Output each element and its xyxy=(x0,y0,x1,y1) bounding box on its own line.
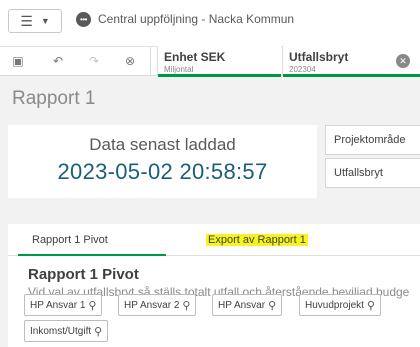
tab-export-rapport-1[interactable]: Export av Rapport 1 xyxy=(206,234,308,246)
selection-chip-enhet[interactable]: Enhet SEK Miljontal xyxy=(157,46,281,77)
selection-chip-name: Enhet SEK xyxy=(164,50,226,64)
filter-projektomrade[interactable]: Projektområde xyxy=(325,125,420,155)
selection-chip-bar xyxy=(283,74,420,77)
field-button-label: HP Ansvar 2 xyxy=(124,299,180,311)
field-button-hp-ansvar[interactable]: HP Ansvar ⚲ xyxy=(212,294,283,316)
app-title: Central uppföljning - Nacka Kommun xyxy=(98,12,295,26)
tab-export-label: Export av Rapport 1 xyxy=(206,234,308,246)
toolbar-divider xyxy=(150,47,151,76)
search-icon: ⚲ xyxy=(88,299,97,312)
kpi-last-loaded: Data senast laddad 2023-05-02 20:58:57 xyxy=(8,125,317,198)
close-icon[interactable]: ✕ xyxy=(396,54,410,68)
field-button-hp-ansvar-1[interactable]: HP Ansvar 1 ⚲ xyxy=(24,294,103,316)
search-icon: ⚲ xyxy=(366,299,375,312)
kpi-value: 2023-05-02 20:58:57 xyxy=(57,159,268,184)
field-button-label: HP Ansvar 1 xyxy=(30,299,86,311)
sheet-title: Rapport 1 xyxy=(12,88,96,109)
field-button-label: Huvudprojekt xyxy=(305,299,364,311)
step-forward-icon[interactable]: ↷ xyxy=(86,53,102,69)
field-button-label: HP Ansvar xyxy=(218,299,266,311)
search-icon: ⚲ xyxy=(182,299,191,312)
field-button-label: Inkomst/Utgift xyxy=(30,325,92,337)
hamburger-menu-button[interactable]: ☰ ▼ xyxy=(8,9,62,33)
tab-rapport-1-pivot[interactable]: Rapport 1 Pivot xyxy=(32,234,108,246)
active-tab-indicator xyxy=(18,254,166,256)
selection-chip-value: Miljontal xyxy=(164,65,194,74)
clear-selections-icon[interactable]: ⊗ xyxy=(122,53,138,69)
search-icon: ⚲ xyxy=(94,325,103,338)
search-icon: ⚲ xyxy=(268,299,277,312)
field-button-inkomst-utgift[interactable]: Inkomst/Utgift ⚲ xyxy=(24,320,109,342)
smart-search-icon[interactable]: ▣ xyxy=(10,53,26,69)
tab-bar: Rapport 1 Pivot Export av Rapport 1 xyxy=(8,224,420,256)
selection-chip-bar xyxy=(158,74,281,77)
caret-down-icon: ▼ xyxy=(40,16,50,26)
kpi-label: Data senast laddad xyxy=(89,135,236,154)
app-dots-icon: ••• xyxy=(76,12,91,27)
panel-title: Rapport 1 Pivot xyxy=(28,266,139,283)
top-bar: ☰ ▼ ••• Central uppföljning - Nacka Komm… xyxy=(0,0,420,46)
hamburger-icon: ☰ xyxy=(20,12,33,29)
filter-utfallsbryt[interactable]: Utfallsbryt xyxy=(325,158,420,188)
field-button-huvudprojekt[interactable]: Huvudprojekt ⚲ xyxy=(299,294,381,316)
field-button-hp-ansvar-2[interactable]: HP Ansvar 2 ⚲ xyxy=(118,294,197,316)
step-back-icon[interactable]: ↶ xyxy=(50,53,66,69)
selection-chip-utfallsbryt[interactable]: Utfallsbryt 202304 ✕ xyxy=(282,46,420,77)
selection-chip-value: 202304 xyxy=(289,65,316,74)
